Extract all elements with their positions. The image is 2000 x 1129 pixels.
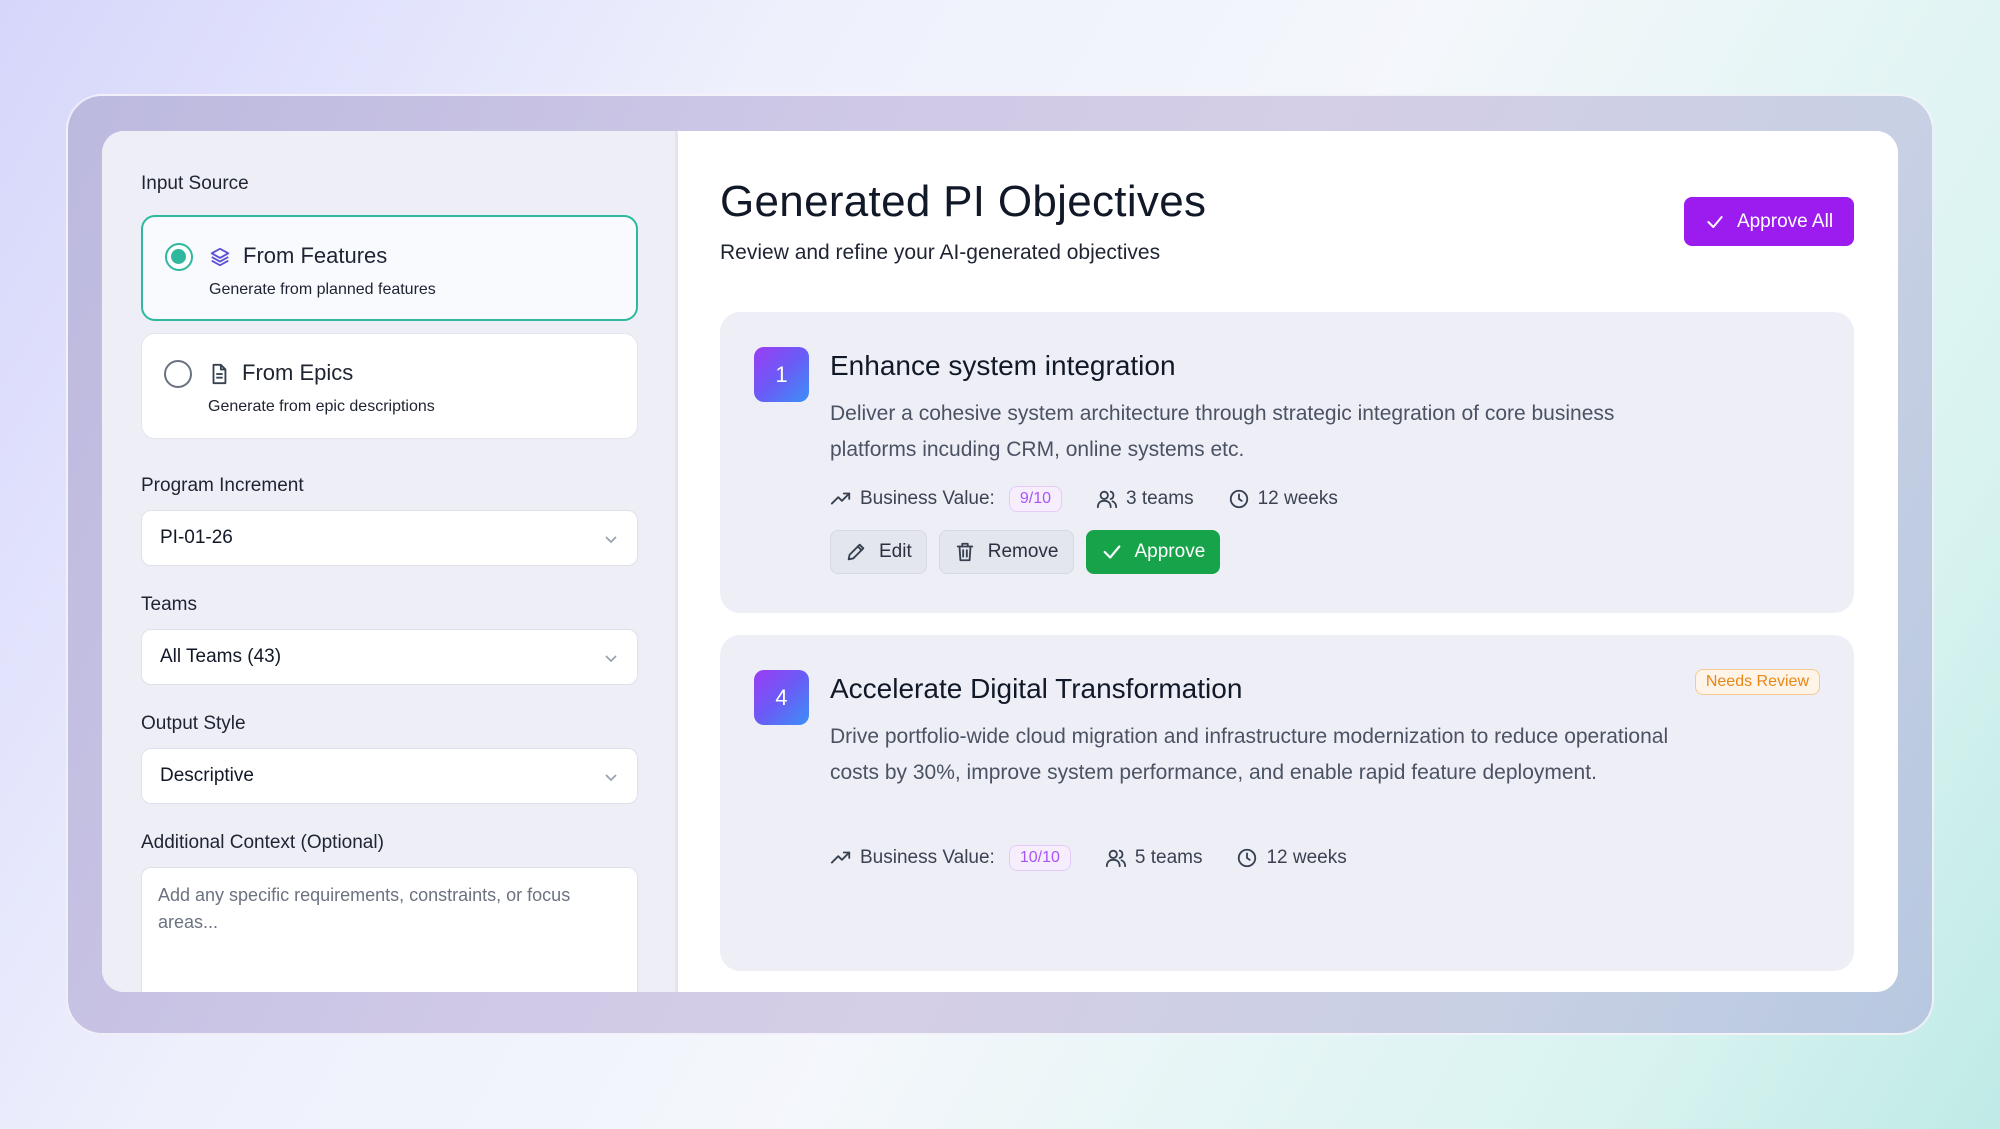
teams-count: 5 teams: [1105, 847, 1203, 869]
app-window: Input Source From Features Generate from…: [102, 131, 1898, 992]
clock-icon: [1229, 489, 1248, 509]
objective-card: 1 Enhance system integration Deliver a c…: [720, 312, 1854, 613]
chevron-down-icon: [605, 655, 617, 663]
chevron-down-icon: [605, 536, 617, 544]
business-value-badge: 9/10: [1008, 486, 1062, 512]
objective-title: Accelerate Digital Transformation: [830, 673, 1243, 704]
objective-title: Enhance system integration: [830, 350, 1176, 381]
objective-description: Deliver a cohesive system architecture t…: [830, 402, 1615, 461]
approve-label: Approve: [1134, 541, 1206, 562]
approve-all-label: Approve All: [1736, 210, 1834, 232]
source-desc-features: Generate from planned features: [209, 281, 436, 298]
objective-description: Drive portfolio-wide cloud migration and…: [830, 725, 1669, 784]
approve-all-button[interactable]: Approve All: [1684, 197, 1854, 246]
users-icon: [1105, 849, 1126, 868]
objective-meta: Business Value: 10/10 5 teams 12 weeks: [830, 845, 1381, 871]
source-option-epics[interactable]: From Epics Generate from epic descriptio…: [141, 333, 638, 439]
duration-text: 12 weeks: [1257, 488, 1338, 509]
teams-value: All Teams (43): [160, 646, 282, 667]
objective-card: 4 Accelerate Digital Transformation Need…: [720, 635, 1854, 971]
input-source-label: Input Source: [141, 173, 249, 194]
clock-icon: [1238, 848, 1257, 868]
program-increment-select[interactable]: PI-01-26: [141, 510, 638, 566]
settings-panel: Input Source From Features Generate from…: [102, 131, 678, 992]
remove-button[interactable]: Remove: [938, 530, 1074, 574]
trending-up-icon: [830, 851, 851, 864]
additional-context-label: Additional Context (Optional): [141, 832, 384, 853]
objectives-panel: Generated PI Objectives Review and refin…: [678, 131, 1898, 992]
users-icon: [1096, 490, 1118, 509]
check-icon: [1103, 545, 1120, 559]
business-value: Business Value: 10/10: [830, 845, 1071, 871]
check-icon: [1707, 215, 1723, 228]
duration: 12 weeks: [1236, 847, 1347, 869]
pencil-icon: [847, 543, 865, 561]
edit-button[interactable]: Edit: [830, 530, 927, 574]
objective-actions: Edit Remove Approve: [830, 530, 1221, 574]
radio-features[interactable]: [165, 243, 193, 271]
business-value-badge: 10/10: [1008, 845, 1071, 871]
business-value-label: Business Value:: [860, 847, 995, 868]
duration-text: 12 weeks: [1266, 847, 1347, 868]
program-increment-value: PI-01-26: [160, 527, 233, 548]
remove-label: Remove: [987, 541, 1059, 562]
trending-up-icon: [830, 492, 851, 505]
output-style-select[interactable]: Descriptive: [141, 748, 638, 804]
business-value-label: Business Value:: [860, 488, 995, 509]
chevron-down-icon: [605, 774, 617, 782]
program-increment-label: Program Increment: [141, 475, 304, 496]
business-value: Business Value: 9/10: [830, 486, 1062, 512]
layers-icon: [210, 247, 230, 267]
teams-count-text: 3 teams: [1125, 488, 1194, 509]
objective-number: 1: [754, 347, 809, 402]
source-desc-epics: Generate from epic descriptions: [208, 398, 435, 415]
edit-label: Edit: [879, 541, 912, 562]
objective-meta: Business Value: 9/10 3 teams 12 weeks: [830, 486, 1372, 512]
trash-icon: [956, 542, 973, 562]
source-title-features: From Features: [243, 243, 388, 268]
source-title-epics: From Epics: [242, 360, 354, 385]
teams-count-text: 5 teams: [1134, 847, 1203, 868]
source-option-features[interactable]: From Features Generate from planned feat…: [141, 215, 638, 321]
output-style-value: Descriptive: [160, 765, 254, 786]
teams-select[interactable]: All Teams (43): [141, 629, 638, 685]
additional-context-input[interactable]: Add any specific requirements, constrain…: [141, 867, 638, 992]
status-badge: Needs Review: [1694, 669, 1820, 695]
document-icon: [212, 363, 227, 385]
duration: 12 weeks: [1228, 488, 1338, 510]
approve-button[interactable]: Approve: [1085, 530, 1221, 574]
output-style-label: Output Style: [141, 713, 246, 734]
page-subtitle: Review and refine your AI-generated obje…: [720, 241, 1161, 264]
teams-count: 3 teams: [1096, 488, 1194, 510]
radio-epics[interactable]: [164, 360, 192, 388]
teams-label: Teams: [141, 594, 197, 615]
objective-number: 4: [754, 670, 809, 725]
